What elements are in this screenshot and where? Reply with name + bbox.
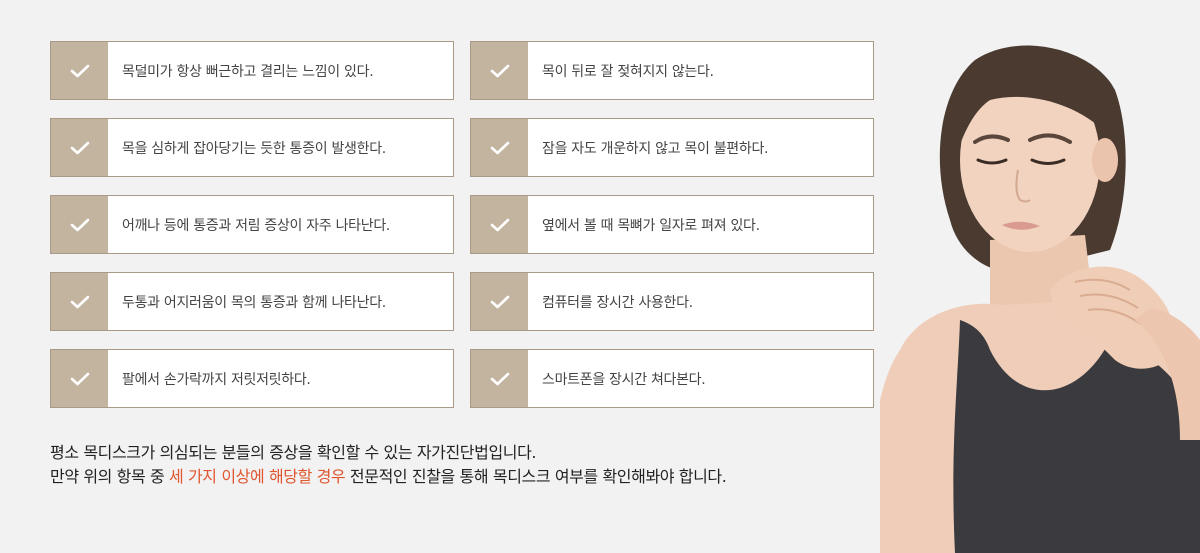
checklist-item-text: 어깨나 등에 통증과 저림 증상이 자주 나타난다.: [122, 217, 391, 234]
checkmark-icon: [471, 273, 528, 330]
checkmark-icon: [51, 196, 108, 253]
checklist-item: 팔에서 손가락까지 저릿저릿하다.: [50, 349, 454, 408]
checkmark-icon: [51, 42, 108, 99]
checklist-item: 컴퓨터를 장시간 사용한다.: [470, 272, 874, 331]
checklist-item-text: 컴퓨터를 장시간 사용한다.: [542, 294, 693, 311]
description-line-2: 만약 위의 항목 중 세 가지 이상에 해당할 경우 전문적인 진찰을 통해 목…: [50, 465, 727, 489]
checklist-item: 목이 뒤로 잘 젖혀지지 않는다.: [470, 41, 874, 100]
description-highlight: 세 가지 이상에 해당할 경우: [168, 467, 346, 486]
checklist-item-text: 스마트폰을 장시간 쳐다본다.: [542, 371, 706, 388]
checklist-item: 두통과 어지러움이 목의 통증과 함께 나타난다.: [50, 272, 454, 331]
checkmark-icon: [471, 119, 528, 176]
woman-neck-pain-photo: [880, 45, 1200, 553]
description-text: 전문적인 진찰을 통해 목디스크 여부를 확인해봐야 합니다.: [345, 467, 727, 486]
self-diagnosis-panel: 목덜미가 항상 뻐근하고 결리는 느낌이 있다. 목이 뒤로 잘 젖혀지지 않는…: [0, 0, 1200, 553]
checklist-item-text: 팔에서 손가락까지 저릿저릿하다.: [122, 371, 311, 388]
checkmark-icon: [51, 119, 108, 176]
checklist-item-text: 목이 뒤로 잘 젖혀지지 않는다.: [542, 63, 714, 80]
checkmark-icon: [471, 350, 528, 407]
checklist-item-text: 옆에서 볼 때 목뼈가 일자로 펴져 있다.: [542, 217, 760, 234]
checklist-item-text: 목덜미가 항상 뻐근하고 결리는 느낌이 있다.: [122, 63, 374, 80]
diagnosis-description: 평소 목디스크가 의심되는 분들의 증상을 확인할 수 있는 자가진단법입니다.…: [50, 441, 727, 489]
checkmark-icon: [471, 42, 528, 99]
checklist-item: 스마트폰을 장시간 쳐다본다.: [470, 349, 874, 408]
checklist-item-text: 목을 심하게 잡아당기는 듯한 통증이 발생한다.: [122, 140, 386, 157]
checklist-item: 잠을 자도 개운하지 않고 목이 불편하다.: [470, 118, 874, 177]
checklist-item: 목덜미가 항상 뻐근하고 결리는 느낌이 있다.: [50, 41, 454, 100]
checkmark-icon: [51, 273, 108, 330]
checklist-item-text: 잠을 자도 개운하지 않고 목이 불편하다.: [542, 140, 769, 157]
checkmark-icon: [51, 350, 108, 407]
checklist-item-text: 두통과 어지러움이 목의 통증과 함께 나타난다.: [122, 294, 386, 311]
checklist-item: 옆에서 볼 때 목뼈가 일자로 펴져 있다.: [470, 195, 874, 254]
description-text: 만약 위의 항목 중: [50, 467, 169, 486]
checklist-item: 목을 심하게 잡아당기는 듯한 통증이 발생한다.: [50, 118, 454, 177]
checkmark-icon: [471, 196, 528, 253]
symptom-checklist: 목덜미가 항상 뻐근하고 결리는 느낌이 있다. 목이 뒤로 잘 젖혀지지 않는…: [50, 41, 874, 408]
description-line-1: 평소 목디스크가 의심되는 분들의 증상을 확인할 수 있는 자가진단법입니다.: [50, 443, 537, 462]
checklist-item: 어깨나 등에 통증과 저림 증상이 자주 나타난다.: [50, 195, 454, 254]
